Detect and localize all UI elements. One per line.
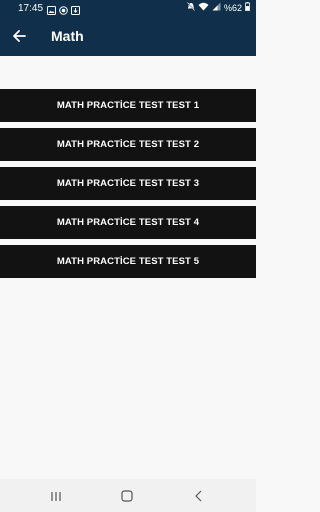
battery-icon	[245, 0, 250, 17]
test-label: MATH PRACTİCE TEST TEST 3	[56, 178, 200, 189]
circle-icon	[59, 4, 68, 15]
test-button-2[interactable]: MATH PRACTİCE TEST TEST 2	[0, 128, 256, 161]
home-button[interactable]	[117, 486, 137, 506]
home-icon	[121, 490, 133, 502]
back-chevron-icon	[195, 490, 202, 502]
test-button-1[interactable]: MATH PRACTİCE TEST TEST 1	[0, 89, 256, 122]
test-label: MATH PRACTİCE TEST TEST 1	[56, 100, 200, 111]
test-button-3[interactable]: MATH PRACTİCE TEST TEST 3	[0, 167, 256, 200]
app-bar: Math	[0, 17, 256, 56]
recents-button[interactable]	[46, 486, 66, 506]
recents-icon	[51, 491, 61, 501]
status-right: %62	[184, 0, 250, 17]
status-left: 17:45	[18, 0, 83, 17]
test-button-4[interactable]: MATH PRACTİCE TEST TEST 4	[0, 206, 256, 239]
test-label: MATH PRACTİCE TEST TEST 2	[56, 139, 200, 150]
test-button-5[interactable]: MATH PRACTİCE TEST TEST 5	[0, 245, 256, 278]
wifi-icon	[198, 0, 209, 17]
test-label: MATH PRACTİCE TEST TEST 4	[56, 217, 200, 228]
screen: 17:45 %62 Math MATH PRACTİCE TEST TEST 1…	[0, 0, 256, 512]
signal-icon	[212, 0, 221, 17]
image-icon	[47, 4, 57, 15]
arrow-left-icon	[13, 30, 26, 42]
test-label: MATH PRACTİCE TEST TEST 5	[56, 256, 200, 267]
status-bar: 17:45 %62	[0, 0, 256, 17]
test-list: MATH PRACTİCE TEST TEST 1 MATH PRACTİCE …	[0, 89, 256, 284]
page-title: Math	[51, 28, 84, 44]
download-icon	[71, 4, 81, 15]
battery-text: %62	[223, 3, 242, 13]
back-button[interactable]	[8, 25, 30, 47]
mute-icon	[187, 0, 195, 17]
status-time: 17:45	[18, 3, 44, 14]
system-back-button[interactable]	[189, 486, 209, 506]
navigation-bar	[0, 479, 256, 512]
